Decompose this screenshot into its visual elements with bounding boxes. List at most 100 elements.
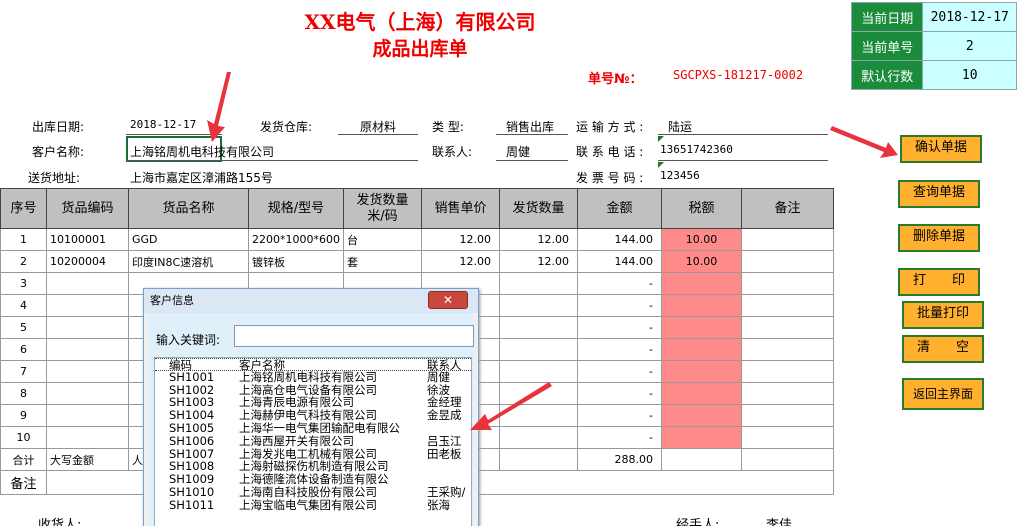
note-cell[interactable] [740,360,834,383]
quantity-cell[interactable] [498,338,578,361]
note-cell[interactable] [740,228,834,251]
item-unit-cell[interactable]: 套 [342,250,422,273]
column-header: 备注 [740,188,834,229]
item-code-cell[interactable] [46,426,129,449]
amount-cell[interactable]: - [576,294,662,317]
contact-value[interactable]: 周健 [506,143,530,160]
divider [658,160,828,161]
total-cell [740,448,834,471]
quantity-cell[interactable]: 12.00 [498,228,578,251]
arrow-to-confirm [830,126,898,158]
tax-cell[interactable]: 10.00 [660,228,742,251]
note-cell[interactable] [740,272,834,295]
item-code-cell[interactable] [46,360,129,383]
unit-price-cell[interactable]: 12.00 [420,228,500,251]
divider [658,134,828,135]
type-value[interactable]: 销售出库 [506,118,554,135]
note-cell[interactable] [740,404,834,427]
amount-cell[interactable]: 144.00 [576,250,662,273]
customer-list[interactable]: 编码 客户名称 联系人 SH1001 上海铭周机电科技有限公司 周健 SH1002 上海… [154,357,472,526]
address-value[interactable]: 上海市嘉定区漳浦路155号 [130,169,273,186]
print-button[interactable]: 打 印 [898,268,980,296]
out-date-value[interactable]: 2018-12-17 [130,118,196,131]
list-item[interactable]: SH1001 上海铭周机电科技有限公司 周健 [155,370,471,384]
invoice-value[interactable]: 123456 [660,169,700,182]
phone-value[interactable]: 13651742360 [660,143,733,156]
table-header-row: 序号 货品编码 货品名称 规格/型号 发货数量 米/码 销售单价 发货数量 金额… [0,188,834,229]
quantity-cell[interactable] [498,360,578,383]
amount-cell[interactable]: - [576,316,662,339]
amount-cell[interactable]: - [576,338,662,361]
clear-button[interactable]: 清 空 [902,335,984,363]
default-rows-value[interactable]: 10 [922,60,1017,90]
current-date-value[interactable]: 2018-12-17 [922,2,1017,32]
tax-cell[interactable] [660,316,742,339]
warehouse-label: 发货仓库: [260,120,313,134]
list-item[interactable]: SH1006 上海西屋开关有限公司 吕玉江 [155,434,471,448]
warehouse-value[interactable]: 原材料 [360,118,396,135]
note-cell[interactable] [740,382,834,405]
amount-cell[interactable]: 144.00 [576,228,662,251]
list-item[interactable]: SH1005 上海华一电气集团输配电有限公 [155,421,471,435]
item-code-cell[interactable] [46,294,129,317]
note-cell[interactable] [740,316,834,339]
customer-value[interactable]: 上海铭周机电科技有限公司 [130,143,274,160]
amount-cell[interactable]: - [576,382,662,405]
quantity-cell[interactable] [498,272,578,295]
keyword-input[interactable] [234,325,474,347]
customer-contact: 金经理 [427,396,462,410]
delete-order-button[interactable]: 删除单据 [898,224,980,252]
tax-cell[interactable] [660,272,742,295]
amount-cell[interactable]: - [576,426,662,449]
item-name-cell[interactable]: 印度IN8C速溶机 [128,250,249,273]
tax-cell[interactable] [660,404,742,427]
item-code-cell[interactable] [46,316,129,339]
item-code-cell[interactable] [46,382,129,405]
invoice-label: 发 票 号 码 : [576,171,644,185]
list-item[interactable]: SH1011 上海宝临电气集团有限公司 张海 [155,498,471,512]
quantity-cell[interactable]: 12.00 [498,250,578,273]
quantity-cell[interactable] [498,316,578,339]
note-cell[interactable] [740,250,834,273]
batch-print-button[interactable]: 批量打印 [902,301,984,329]
item-unit-cell[interactable]: 台 [342,228,422,251]
current-number-value[interactable]: 2 [922,31,1017,61]
item-name-cell[interactable]: GGD [128,228,249,251]
transport-value[interactable]: 陆运 [668,118,692,135]
query-order-button[interactable]: 查询单据 [898,180,980,208]
tax-cell[interactable] [660,294,742,317]
item-spec-cell[interactable]: 镀锌板 [248,250,344,273]
confirm-order-button[interactable]: 确认单据 [900,135,982,163]
column-header: 序号 [0,188,47,229]
quantity-cell[interactable] [498,426,578,449]
handler-value[interactable]: 李佳 [766,514,792,526]
item-code-cell[interactable]: 10100001 [46,228,129,251]
tax-cell[interactable] [660,382,742,405]
item-code-cell[interactable] [46,272,129,295]
unit-price-cell[interactable]: 12.00 [420,250,500,273]
tax-cell[interactable] [660,338,742,361]
item-code-cell[interactable] [46,338,129,361]
amount-cell[interactable]: - [576,360,662,383]
item-code-cell[interactable]: 10200004 [46,250,129,273]
item-spec-cell[interactable]: 2200*1000*600 [248,228,344,251]
note-cell[interactable] [740,338,834,361]
list-item[interactable]: SH1010 上海南自科技股份有限公司 王采购/ [155,485,471,499]
tax-cell[interactable]: 10.00 [660,250,742,273]
amount-cell[interactable]: - [576,404,662,427]
row-number-cell: 1 [0,228,47,251]
note-cell[interactable] [740,426,834,449]
back-to-main-button[interactable]: 返回主界面 [902,378,984,410]
amount-cell[interactable]: - [576,272,662,295]
quantity-cell[interactable] [498,404,578,427]
item-code-cell[interactable] [46,404,129,427]
close-icon[interactable]: ✕ [428,291,468,309]
tax-cell[interactable] [660,426,742,449]
total-cell [660,448,742,471]
receiver-label: 收货人: [38,518,82,526]
note-cell[interactable] [740,294,834,317]
quantity-cell[interactable] [498,294,578,317]
quantity-cell[interactable] [498,382,578,405]
tax-cell[interactable] [660,360,742,383]
row-number-cell: 8 [0,382,47,405]
